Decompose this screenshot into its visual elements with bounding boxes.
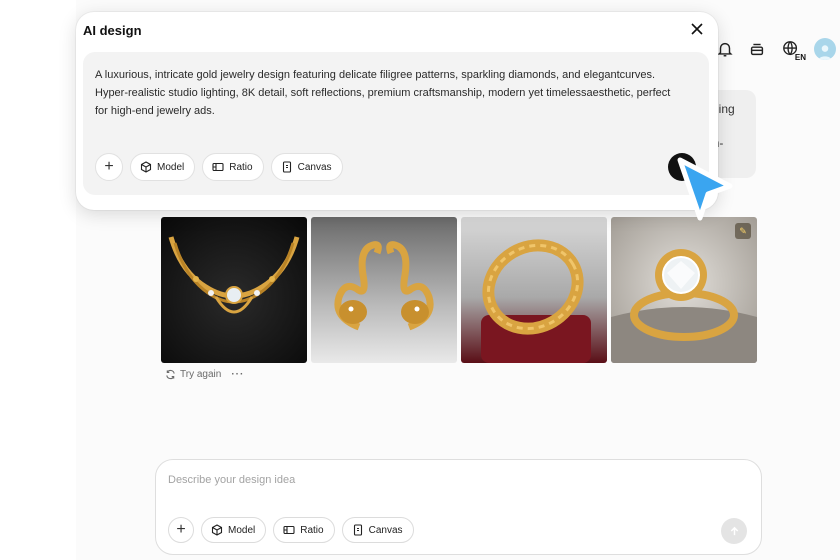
- arrow-up-icon: [730, 526, 738, 535]
- add-attachment-button[interactable]: +: [95, 153, 123, 181]
- image-badge-icon[interactable]: ✎: [735, 223, 751, 239]
- canvas-label: Canvas: [297, 161, 332, 173]
- try-again-button[interactable]: Try again: [165, 369, 221, 380]
- send-button[interactable]: [721, 518, 747, 544]
- model-button[interactable]: Model: [201, 517, 267, 543]
- dialog-title: AI design: [83, 23, 142, 38]
- plus-icon: +: [104, 158, 114, 175]
- model-label: Model: [157, 161, 185, 173]
- ratio-button[interactable]: Ratio: [202, 153, 264, 181]
- ai-design-dialog: AI design A luxurious, intricate gold je…: [76, 12, 718, 210]
- canvas-button[interactable]: Canvas: [341, 517, 414, 543]
- close-button[interactable]: [690, 22, 706, 38]
- language-code: EN: [794, 53, 806, 62]
- dialog-options: + Model Ratio Canvas: [95, 153, 343, 181]
- diamond-ring-in-box-image[interactable]: ✎: [611, 217, 757, 363]
- layers-icon[interactable]: [746, 38, 768, 60]
- cube-icon: [211, 524, 223, 536]
- prompt-box[interactable]: A luxurious, intricate gold jewelry desi…: [83, 52, 709, 195]
- gold-filigree-ring-image[interactable]: [461, 217, 607, 363]
- canvas-icon: [353, 524, 362, 536]
- model-button[interactable]: Model: [130, 153, 196, 181]
- design-idea-input[interactable]: [168, 474, 688, 486]
- ratio-label: Ratio: [229, 161, 253, 173]
- ratio-icon: [212, 162, 224, 172]
- left-margin: [0, 0, 76, 560]
- cube-icon: [140, 161, 152, 173]
- canvas-label: Canvas: [368, 524, 403, 536]
- close-icon: [691, 23, 703, 35]
- composer: + Model Ratio Canvas: [155, 459, 762, 555]
- gold-swan-earrings-image[interactable]: [311, 217, 457, 363]
- ratio-button[interactable]: Ratio: [273, 517, 335, 543]
- canvas-icon: [282, 161, 291, 173]
- gold-necklace-image[interactable]: [161, 217, 307, 363]
- add-attachment-button[interactable]: +: [168, 517, 194, 543]
- avatar[interactable]: [814, 38, 836, 60]
- refresh-icon: [166, 369, 175, 380]
- plus-icon: +: [176, 521, 186, 538]
- ratio-icon: [283, 525, 295, 535]
- image-actions: Try again ···: [165, 369, 244, 380]
- generated-images: ✎: [161, 217, 757, 363]
- try-again-label: Try again: [180, 369, 222, 380]
- canvas-button[interactable]: Canvas: [270, 153, 343, 181]
- prompt-text[interactable]: A luxurious, intricate gold jewelry desi…: [95, 66, 681, 120]
- language-switcher[interactable]: EN: [778, 38, 806, 62]
- topbar-icons: EN: [714, 38, 836, 62]
- composer-options: + Model Ratio Canvas: [168, 517, 414, 543]
- model-label: Model: [228, 524, 256, 536]
- generate-button[interactable]: [668, 153, 696, 181]
- more-options-button[interactable]: ···: [231, 369, 244, 380]
- ratio-label: Ratio: [300, 524, 324, 536]
